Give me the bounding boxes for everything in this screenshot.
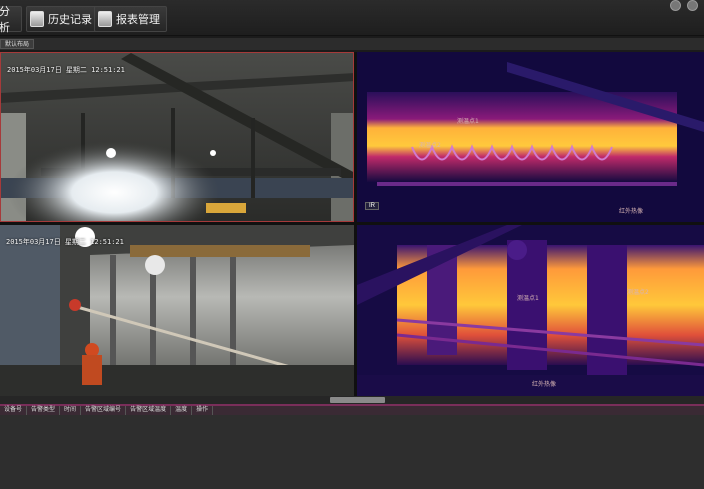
- camera-1-scene: [1, 53, 353, 221]
- thermal-1-scene: [357, 52, 704, 222]
- column-header[interactable]: 告警区域温度: [126, 406, 172, 415]
- grid-scrollbar[interactable]: [0, 396, 704, 404]
- report-button[interactable]: 报表管理: [94, 6, 167, 32]
- analysis-label: 分析: [0, 6, 10, 34]
- camera-view-1[interactable]: 2015年03月17日 星期二 12:51:21: [0, 52, 354, 222]
- thermal-2-scene: [357, 225, 704, 396]
- thermal-view-2[interactable]: 测温点1 测温点2 红外热像: [357, 225, 704, 396]
- thermal-2-label: 红外热像: [532, 381, 557, 388]
- camera-view-2[interactable]: 2015年03月17日 星期二 12:51:21: [0, 225, 354, 396]
- report-label: 报表管理: [116, 14, 160, 26]
- camera-1-timestamp: 2015年03月17日 星期二 12:51:21: [7, 66, 125, 74]
- window-controls: [670, 0, 698, 11]
- history-button[interactable]: 历史记录: [26, 6, 99, 32]
- camera-2-timestamp: 2015年03月17日 星期二 12:51:21: [6, 238, 124, 246]
- column-header[interactable]: 时间: [60, 406, 82, 415]
- thermal-1-label: 红外热像: [619, 208, 644, 215]
- column-header[interactable]: 告警区域编号: [81, 406, 127, 415]
- thermal-view-1[interactable]: 测温点1 测温点2 IR 红外热像: [357, 52, 704, 222]
- alarm-table-header: 设备号 告警类型 时间 告警区域编号 告警区域温度 温度 操作: [0, 404, 704, 415]
- thermal-1-tag-2: 测温点2: [419, 142, 441, 149]
- layout-tab[interactable]: 默认布局: [0, 39, 35, 49]
- thermal-2-tag-1: 测温点1: [517, 295, 539, 302]
- history-icon: [30, 11, 44, 27]
- close-icon[interactable]: [687, 0, 698, 11]
- thermal-1-badge: IR: [365, 202, 379, 210]
- layout-bar: 默认布局: [0, 38, 704, 50]
- main-toolbar: 分析 历史记录 报表管理: [0, 0, 704, 36]
- camera-2-scene: [0, 225, 354, 396]
- thermal-1-tag-1: 测温点1: [457, 118, 479, 125]
- history-label: 历史记录: [48, 14, 92, 26]
- alarm-table-body: [0, 415, 704, 489]
- report-icon: [98, 11, 112, 27]
- thermal-2-tag-2: 测温点2: [627, 289, 649, 296]
- scrollbar-thumb[interactable]: [330, 397, 385, 403]
- column-header[interactable]: 设备号: [0, 406, 28, 415]
- minimize-icon[interactable]: [670, 0, 681, 11]
- column-header[interactable]: 温度: [171, 406, 193, 415]
- column-header[interactable]: 操作: [192, 406, 214, 415]
- analysis-button[interactable]: 分析: [0, 6, 22, 34]
- video-grid: 2015年03月17日 星期二 12:51:21 测温点1 测温点2 IR 红外…: [0, 52, 704, 396]
- column-header[interactable]: 告警类型: [27, 406, 61, 415]
